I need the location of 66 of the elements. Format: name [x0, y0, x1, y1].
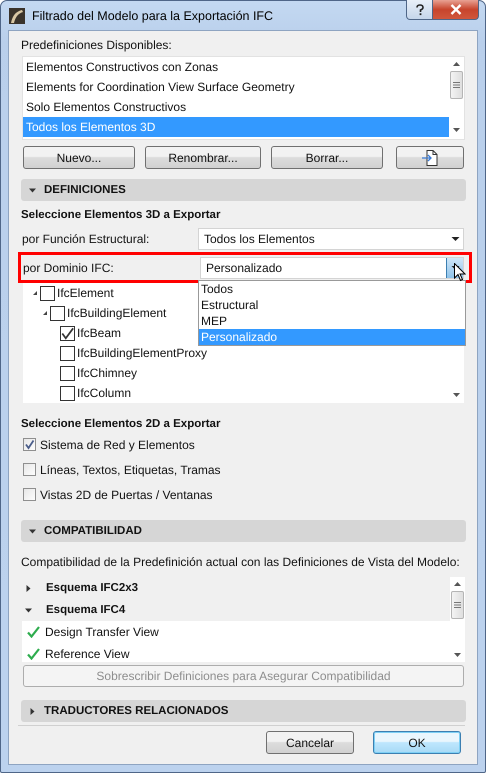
help-icon	[414, 4, 424, 16]
checkbox[interactable]	[60, 346, 75, 360]
checkbox[interactable]	[40, 286, 55, 300]
description-text: Compatibilidad de la Predefinición actual con las Definiciones de Vista del Modelo:	[21, 554, 461, 570]
button[interactable]: Renombrar...	[145, 146, 261, 169]
collapse-arrow-icon[interactable]	[28, 526, 37, 536]
tree-item-label: IfcBuildingElement	[67, 306, 166, 320]
close-icon	[450, 4, 462, 15]
field-label: Predefiniciones Disponibles:	[21, 37, 173, 53]
import-file-icon	[421, 148, 439, 166]
window-title: Filtrado del Modelo para la Exportación IFC	[32, 8, 274, 22]
field-label: por Función Estructural:	[21, 232, 150, 246]
checkbox[interactable]	[60, 326, 75, 340]
checkbox-label: Vistas 2D de Puertas / Ventanas	[40, 488, 213, 502]
tree-item-label: Design Transfer View	[45, 625, 159, 639]
menu-item[interactable]: Todos	[199, 281, 465, 297]
import-button[interactable]	[396, 146, 464, 169]
list-item[interactable]: Solo Elementos Constructivos	[23, 97, 449, 117]
section-title: DEFINICIONES	[44, 184, 126, 196]
scrollbar[interactable]	[450, 577, 465, 662]
list-item[interactable]: Elementos Constructivos con Zonas	[23, 57, 449, 77]
checkbox[interactable]	[23, 488, 36, 501]
button[interactable]: Borrar...	[271, 146, 383, 169]
scrollbar-thumb[interactable]	[451, 591, 464, 619]
collapse-arrow-icon[interactable]	[24, 606, 33, 614]
checkbox-label: Sistema de Red y Elementos	[40, 438, 195, 452]
close-button[interactable]	[433, 0, 479, 20]
menu-item[interactable]: Estructural	[199, 297, 465, 313]
checkbox[interactable]	[50, 306, 65, 320]
collapse-arrow-icon[interactable]	[42, 310, 48, 316]
button[interactable]: OK	[373, 731, 461, 754]
checkbox[interactable]	[23, 463, 36, 476]
scrollbar-thumb[interactable]	[450, 71, 463, 99]
tree-item-label: Reference View	[45, 647, 130, 661]
field-label: por Dominio IFC:	[22, 260, 115, 274]
menu-item[interactable]: MEP	[199, 313, 465, 329]
tree-item-label: Esquema IFC4	[46, 604, 126, 616]
section-title: COMPATIBILIDAD	[44, 525, 142, 537]
section-header[interactable]: DEFINICIONES	[21, 179, 466, 201]
caret-down-icon	[450, 236, 460, 242]
section-title: TRADUCTORES RELACIONADOS	[44, 705, 228, 717]
help-button[interactable]	[406, 0, 433, 20]
collapse-arrow-icon[interactable]	[28, 186, 37, 194]
checkbox-label: Líneas, Textos, Etiquetas, Tramas	[40, 462, 221, 476]
section-header[interactable]: COMPATIBILIDAD	[21, 520, 466, 542]
button[interactable]: Cancelar	[266, 731, 354, 754]
section-header[interactable]: TRADUCTORES RELACIONADOS	[21, 700, 466, 722]
dropdown[interactable]: Todos los Elementos	[198, 228, 464, 250]
app-icon	[9, 8, 25, 24]
section-heading: Seleccione Elementos 3D a Exportar	[21, 208, 222, 223]
expand-arrow-icon[interactable]	[28, 706, 37, 716]
tree-item-label: IfcBuildingElementProxy	[77, 346, 208, 360]
checkbox[interactable]	[60, 386, 75, 400]
expand-arrow-icon[interactable]	[24, 584, 33, 592]
button[interactable]: Nuevo...	[23, 146, 135, 169]
tree-item-label: IfcElement	[57, 286, 114, 300]
tree-item-label: Esquema IFC2x3	[46, 582, 138, 594]
tree-item-label: IfcChimney	[77, 366, 138, 380]
dropdown[interactable]: Personalizado	[200, 256, 464, 278]
section-heading: Seleccione Elementos 2D a Exportar	[21, 417, 222, 432]
collapse-arrow-icon[interactable]	[32, 290, 38, 296]
tree-item-label: IfcColumn	[77, 386, 132, 400]
tree-item-label: IfcBeam	[77, 326, 122, 340]
list-item[interactable]: Elements for Coordination View Surface Geometry	[23, 77, 449, 97]
checkbox[interactable]	[60, 366, 75, 380]
checkbox[interactable]	[23, 438, 36, 451]
